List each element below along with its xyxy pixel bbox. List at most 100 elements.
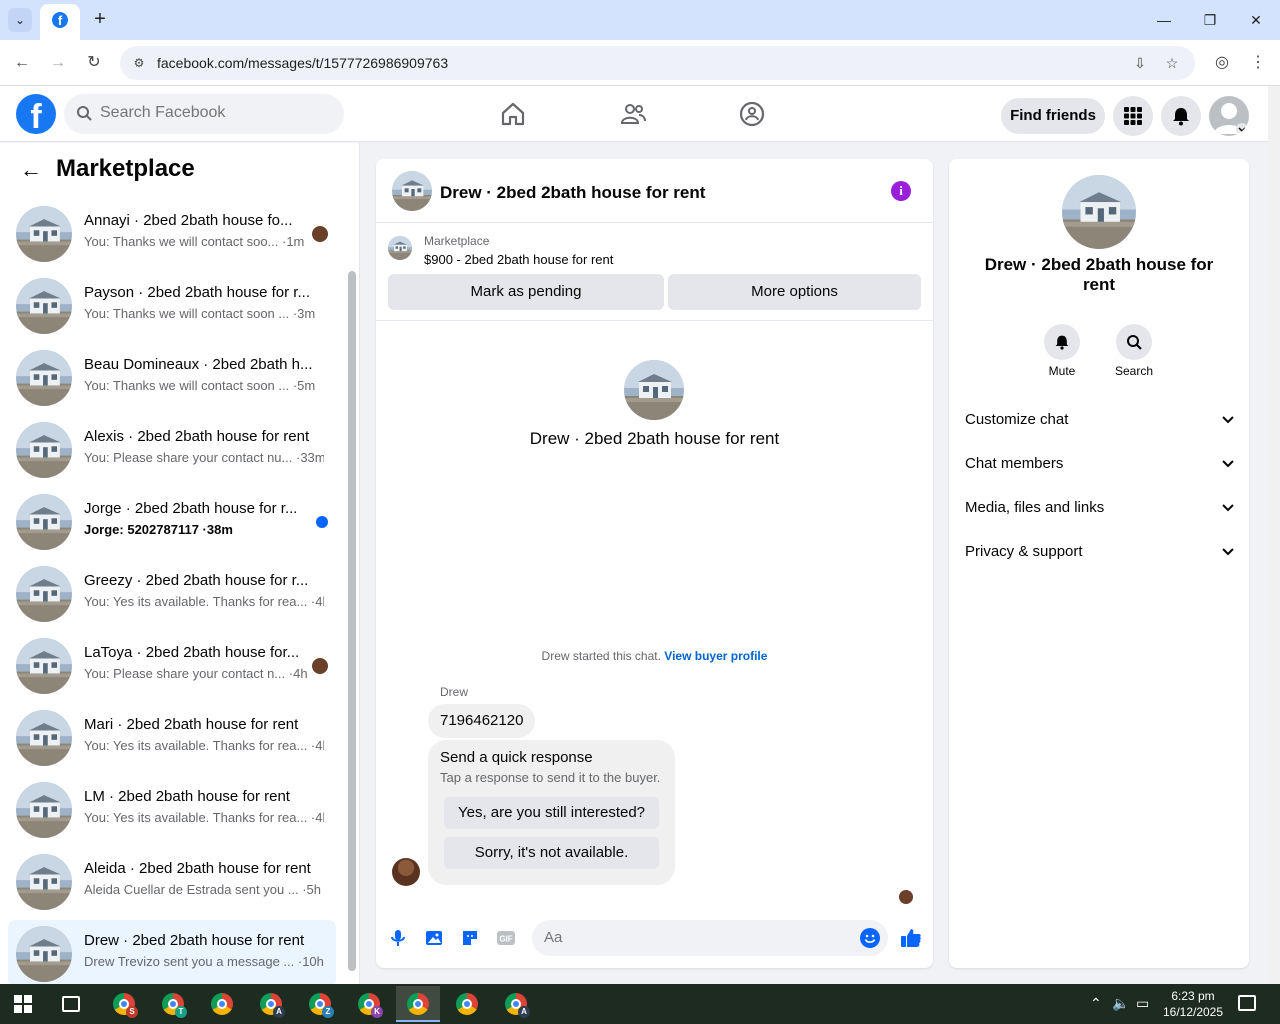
listing-price[interactable]: $900 - 2bed 2bath house for rent bbox=[424, 252, 613, 267]
conversation-avatar bbox=[16, 422, 72, 478]
thumbs-up-icon[interactable] bbox=[900, 927, 922, 949]
conversation-preview: You: Thanks we will contact soo... ·1m bbox=[84, 234, 305, 249]
chat-members-row[interactable]: Chat members bbox=[965, 444, 1235, 484]
tray-chevron-icon[interactable]: ⌃ bbox=[1090, 995, 1102, 1012]
chat-title[interactable]: Drew · 2bed 2bath house for rent bbox=[440, 183, 705, 203]
message-bubble[interactable]: 7196462120 bbox=[428, 704, 536, 738]
page-scrollbar[interactable] bbox=[1268, 86, 1280, 984]
search-input[interactable] bbox=[100, 104, 330, 122]
chrome-taskbar-app[interactable] bbox=[396, 986, 440, 1022]
conversation-item[interactable]: Jorge · 2bed 2bath house for r... Jorge: … bbox=[8, 488, 336, 556]
tab-search-dropdown[interactable]: ⌄ bbox=[8, 8, 32, 32]
home-icon[interactable] bbox=[499, 100, 527, 128]
sticker-icon[interactable] bbox=[460, 928, 480, 948]
facebook-logo-icon[interactable]: f bbox=[16, 94, 56, 136]
search-in-chat-button[interactable] bbox=[1116, 324, 1152, 360]
account-avatar[interactable] bbox=[1209, 96, 1249, 136]
chrome-taskbar-app[interactable]: A bbox=[249, 986, 293, 1022]
privacy-support-row[interactable]: Privacy & support bbox=[965, 532, 1235, 572]
mute-action[interactable]: Mute bbox=[1032, 324, 1092, 378]
omnibox[interactable]: ⚙ facebook.com/messages/t/15777269869097… bbox=[120, 46, 1195, 80]
mark-as-pending-button[interactable]: Mark as pending bbox=[388, 274, 664, 310]
chat-header[interactable]: Drew · 2bed 2bath house for rent i bbox=[376, 159, 933, 223]
conversation-avatar bbox=[16, 926, 72, 982]
close-window-button[interactable]: ✕ bbox=[1240, 8, 1272, 32]
search-action[interactable]: Search bbox=[1104, 324, 1164, 378]
customize-chat-label: Customize chat bbox=[965, 411, 1069, 428]
reload-icon[interactable]: ↻ bbox=[82, 51, 106, 75]
site-settings-icon[interactable]: ⚙ bbox=[130, 54, 148, 72]
read-receipt-avatar bbox=[312, 658, 328, 674]
conversation-item[interactable]: LaToya · 2bed 2bath house for... You: Ple… bbox=[8, 632, 336, 700]
install-app-icon[interactable]: ⇩ bbox=[1130, 54, 1150, 72]
scrollbar-thumb[interactable] bbox=[348, 271, 356, 971]
task-view-icon[interactable] bbox=[62, 996, 80, 1012]
maximize-button[interactable]: ❐ bbox=[1194, 8, 1226, 32]
marketplace-label: Marketplace bbox=[424, 234, 490, 248]
more-options-button[interactable]: More options bbox=[668, 274, 921, 310]
conversation-name: Aleida · 2bed 2bath house for rent bbox=[84, 860, 311, 877]
new-tab-button[interactable]: + bbox=[88, 8, 112, 32]
chrome-taskbar-app[interactable]: T bbox=[151, 986, 195, 1022]
conversation-item[interactable]: Payson · 2bed 2bath house for r... You: T… bbox=[8, 272, 336, 340]
mute-button[interactable] bbox=[1044, 324, 1080, 360]
windows-start-icon[interactable] bbox=[14, 995, 32, 1013]
minimize-button[interactable]: — bbox=[1148, 8, 1180, 32]
browser-menu-icon[interactable]: ⋮ bbox=[1246, 51, 1270, 75]
chrome-taskbar-app[interactable] bbox=[445, 986, 489, 1022]
conversation-item[interactable]: Aleida · 2bed 2bath house for rent Aleida… bbox=[8, 848, 336, 916]
chrome-taskbar-app[interactable] bbox=[200, 986, 244, 1022]
info-icon[interactable]: i bbox=[891, 181, 911, 201]
conversation-name: Alexis · 2bed 2bath house for rent bbox=[84, 428, 310, 445]
browser-tab-facebook[interactable]: f bbox=[40, 4, 80, 40]
profile-badge: T bbox=[175, 1006, 187, 1018]
conversation-item[interactable]: Greezy · 2bed 2bath house for r... You: Y… bbox=[8, 560, 336, 628]
view-buyer-profile-link[interactable]: View buyer profile bbox=[664, 649, 767, 663]
conversation-avatar bbox=[16, 638, 72, 694]
back-icon[interactable]: ← bbox=[10, 51, 34, 75]
bell-icon bbox=[1173, 108, 1189, 126]
photo-icon[interactable] bbox=[424, 928, 444, 948]
notifications-button[interactable] bbox=[1161, 96, 1201, 136]
profile-icon[interactable]: ◎ bbox=[1210, 51, 1234, 75]
chrome-taskbar-app[interactable]: A bbox=[494, 986, 538, 1022]
volume-icon[interactable]: 🔈 bbox=[1112, 995, 1129, 1012]
friends-icon[interactable] bbox=[619, 100, 647, 128]
chrome-taskbar-app[interactable]: Z bbox=[298, 986, 342, 1022]
conversation-item[interactable]: Alexis · 2bed 2bath house for rent You: P… bbox=[8, 416, 336, 484]
notification-center-icon[interactable] bbox=[1238, 995, 1256, 1011]
quick-response-yes-button[interactable]: Yes, are you still interested? bbox=[444, 797, 659, 829]
sender-avatar[interactable] bbox=[392, 858, 420, 886]
search-bar[interactable] bbox=[64, 94, 344, 134]
groups-icon[interactable] bbox=[738, 100, 766, 128]
bookmark-star-icon[interactable]: ☆ bbox=[1162, 54, 1182, 72]
chrome-icon bbox=[211, 993, 233, 1015]
message-input-box[interactable] bbox=[532, 920, 888, 956]
taskbar-clock[interactable]: 6:23 pm 16/12/2025 bbox=[1158, 988, 1228, 1020]
conversation-list-scrollbar[interactable] bbox=[346, 195, 356, 980]
find-friends-button[interactable]: Find friends bbox=[1001, 98, 1105, 134]
back-arrow-icon[interactable]: ← bbox=[20, 159, 44, 183]
conversation-item[interactable]: Annayi · 2bed 2bath house fo... You: Than… bbox=[8, 200, 336, 268]
chrome-taskbar-app[interactable]: K bbox=[347, 986, 391, 1022]
listing-thumbnail bbox=[388, 236, 412, 260]
sender-name: Drew bbox=[440, 685, 469, 699]
customize-chat-row[interactable]: Customize chat bbox=[965, 400, 1235, 440]
emoji-icon[interactable] bbox=[860, 928, 880, 948]
message-input[interactable] bbox=[544, 929, 844, 946]
conversation-item[interactable]: Mari · 2bed 2bath house for rent You: Yes… bbox=[8, 704, 336, 772]
conversation-item[interactable]: Beau Domineaux · 2bed 2bath h... You: Tha… bbox=[8, 344, 336, 412]
network-icon[interactable]: ▭ bbox=[1136, 995, 1149, 1012]
media-files-links-row[interactable]: Media, files and links bbox=[965, 488, 1235, 528]
sidebar-title: Marketplace bbox=[56, 155, 195, 182]
chrome-taskbar-app[interactable]: S bbox=[102, 986, 146, 1022]
conversation-item[interactable]: LM · 2bed 2bath house for rent You: Yes i… bbox=[8, 776, 336, 844]
conversation-item[interactable]: Drew · 2bed 2bath house for rent Drew Tre… bbox=[8, 920, 336, 988]
menu-grid-button[interactable] bbox=[1113, 96, 1153, 136]
gif-icon[interactable]: GIF bbox=[496, 928, 516, 948]
url-text[interactable]: facebook.com/messages/t/1577726986909763 bbox=[157, 55, 448, 71]
forward-icon[interactable]: → bbox=[46, 51, 70, 75]
quick-response-sorry-button[interactable]: Sorry, it's not available. bbox=[444, 837, 659, 869]
microphone-icon[interactable] bbox=[388, 928, 408, 948]
conversation-name: Drew · 2bed 2bath house for rent bbox=[84, 932, 305, 949]
